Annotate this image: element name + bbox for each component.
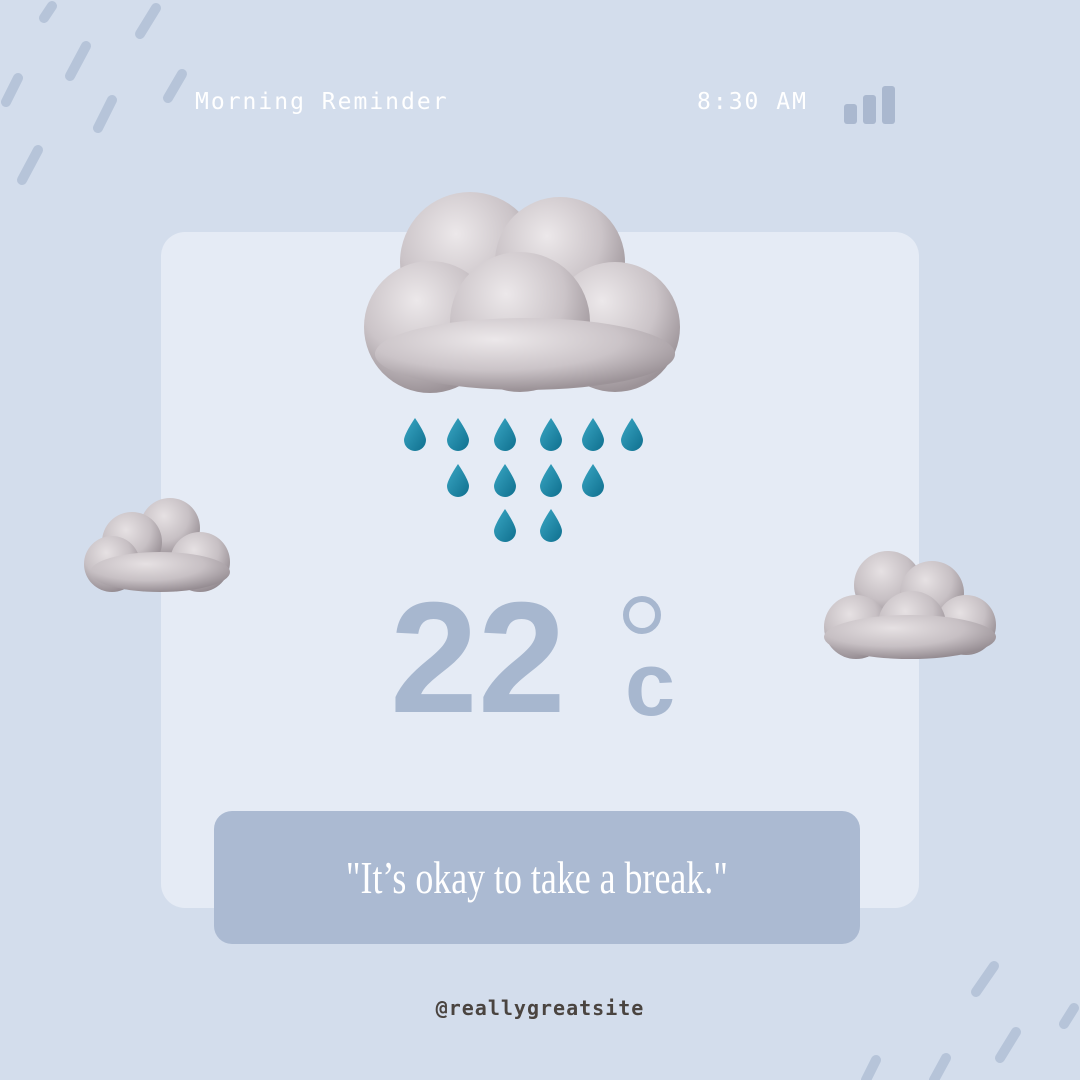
header-title: Morning Reminder: [195, 89, 449, 115]
header-time: 8:30 AM: [697, 89, 808, 115]
temperature-value: 22: [390, 570, 566, 746]
quote-banner: "It’s okay to take a break.": [214, 811, 860, 944]
quote-text: "It’s okay to take a break.": [346, 852, 728, 903]
rain-cloud-icon: [364, 192, 680, 393]
degree-symbol-icon: [623, 596, 661, 634]
cloud-icon: [824, 551, 996, 659]
signal-bars-icon: [844, 86, 895, 124]
raindrops-icon: [404, 418, 643, 542]
social-handle: @reallygreatsite: [435, 996, 645, 1020]
temperature-unit: c: [625, 635, 676, 735]
cloud-icon: [84, 498, 230, 592]
